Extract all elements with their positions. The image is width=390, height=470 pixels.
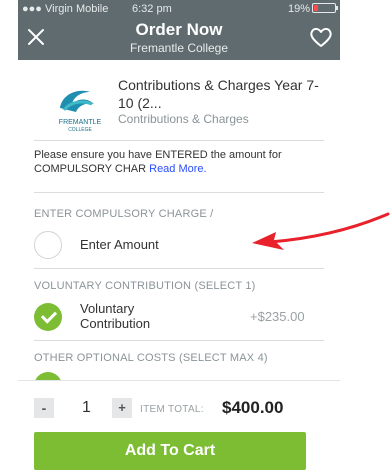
status-bar: ●●● Virgin Mobile 6:32 pm 19% <box>18 3 340 17</box>
item-total-value: $400.00 <box>222 398 284 417</box>
status-time: 6:32 pm <box>132 3 172 15</box>
carrier-label: ●●● Virgin Mobile <box>22 3 109 15</box>
logo-text: FREMANTLE <box>59 119 102 126</box>
app-header: ●●● Virgin Mobile 6:32 pm 19% Order Now … <box>18 0 340 60</box>
footer-divider <box>18 380 340 381</box>
quantity-minus-button[interactable]: - <box>34 398 54 418</box>
optional-section-heading: OTHER OPTIONAL COSTS (SELECT MAX 4) <box>34 352 268 364</box>
voluntary-price: +$235.00 <box>250 309 305 324</box>
enter-amount-label[interactable]: Enter Amount <box>80 237 159 252</box>
page-subtitle: Fremantle College <box>129 41 229 55</box>
add-to-cart-button[interactable]: Add To Cart <box>34 432 306 470</box>
divider <box>34 268 324 269</box>
battery-indicator: 19% <box>287 3 338 15</box>
favorite-heart-icon[interactable] <box>308 25 334 49</box>
item-total-label: ITEM TOTAL: <box>140 404 204 415</box>
battery-icon <box>312 3 338 13</box>
voluntary-section-heading: VOLUNTARY CONTRIBUTION (SELECT 1) <box>34 280 256 292</box>
logo-subtext: COLLEGE <box>68 127 92 133</box>
divider <box>34 340 324 341</box>
product-title: Contributions & Charges Year 7-10 (2... <box>118 77 319 111</box>
quantity-value: 1 <box>82 399 91 416</box>
enter-amount-radio[interactable] <box>34 231 62 259</box>
read-more-link[interactable]: Read More. <box>149 163 206 175</box>
divider <box>34 140 324 141</box>
page-title: Order Now <box>135 20 223 39</box>
battery-percent: 19% <box>287 3 310 15</box>
voluntary-contribution-label[interactable]: Voluntary Contribution <box>80 301 190 331</box>
wave-logo-icon: FREMANTLE COLLEGE <box>59 90 102 133</box>
divider <box>34 192 324 193</box>
voluntary-checkbox-checked[interactable] <box>34 303 62 331</box>
college-logo: FREMANTLE COLLEGE <box>52 78 108 134</box>
quantity-plus-button[interactable]: + <box>112 398 132 418</box>
compulsory-notice: Please ensure you have ENTERED the amoun… <box>34 148 334 176</box>
compulsory-section-heading: ENTER COMPULSORY CHARGE / <box>34 208 214 220</box>
annotation-arrow <box>252 212 390 250</box>
product-category: Contributions & Charges <box>118 112 249 126</box>
